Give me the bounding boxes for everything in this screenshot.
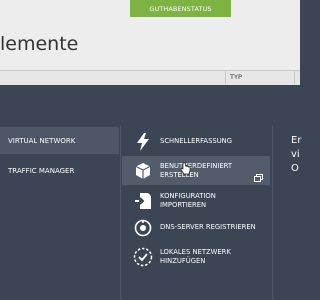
menu-item-label: KONFIGURATION IMPORTIEREN — [160, 191, 216, 209]
menu-item-label: LOKALES NETZWERK HINZUFÜGEN — [160, 247, 231, 265]
right-panel-text: Er vi O — [291, 135, 302, 174]
panel-divider — [120, 126, 121, 300]
menu-item-dns-server-registrieren[interactable]: DNS-SERVER REGISTRIEREN — [122, 214, 270, 241]
tab-guthabenstatus[interactable]: GUTHABENSTATUS — [130, 0, 231, 17]
lightning-icon — [130, 129, 156, 155]
box-icon — [130, 158, 156, 184]
panel-divider — [272, 126, 273, 300]
page-title: lemente — [0, 33, 79, 55]
column-divider — [294, 70, 295, 85]
menu-item-label: SCHNELLERFASSUNG — [160, 137, 233, 145]
column-header-bar — [0, 70, 300, 85]
menu-item-benutzerdefiniert-erstellen[interactable]: BENUTZERDEFINIERT ERSTELLEN — [122, 156, 270, 185]
menu-item-lokales-netzwerk-hinzufuegen[interactable]: LOKALES NETZWERK HINZUFÜGEN — [122, 242, 270, 271]
left-item-label: TRAFFIC MANAGER — [8, 166, 75, 175]
left-item-label: VIRTUAL NETWORK — [8, 136, 76, 145]
menu-item-schnellerfassung[interactable]: SCHNELLERFASSUNG — [122, 128, 270, 155]
menu-item-konfiguration-importieren[interactable]: KONFIGURATION IMPORTIEREN — [122, 187, 270, 214]
menu-item-label: DNS-SERVER REGISTRIEREN — [160, 223, 256, 231]
local-network-icon — [130, 244, 156, 270]
popout-icon[interactable] — [254, 167, 263, 186]
left-item-traffic-manager[interactable]: TRAFFIC MANAGER — [0, 157, 119, 184]
import-icon — [130, 188, 156, 214]
column-divider — [225, 70, 226, 85]
dns-icon — [130, 215, 156, 241]
left-item-virtual-network[interactable]: VIRTUAL NETWORK — [0, 127, 119, 154]
column-header-typ[interactable]: TYP — [230, 73, 242, 81]
menu-item-label: BENUTZERDEFINIERT ERSTELLEN — [160, 161, 233, 179]
hand-cursor-icon — [180, 160, 191, 179]
